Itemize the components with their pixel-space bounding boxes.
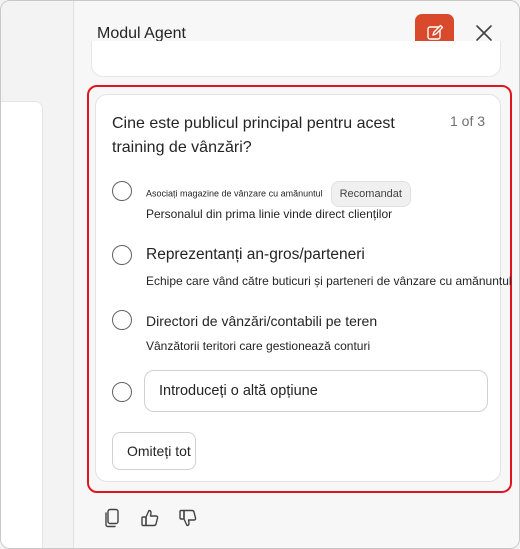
document-canvas [1, 101, 43, 548]
copy-icon [105, 508, 119, 528]
previous-message-card [91, 41, 501, 77]
question-text: Cine este publicul principal pentru aces… [112, 115, 395, 156]
question-counter: 1 of 3 [450, 113, 486, 129]
copy-button[interactable] [101, 507, 123, 529]
option-radio[interactable] [112, 310, 132, 330]
other-option-input[interactable] [144, 370, 488, 412]
option-title: Reprezentanți an-gros/parteneri [146, 246, 365, 263]
left-pane [1, 1, 74, 548]
thumbs-down-icon [179, 509, 197, 527]
option-description: Personalul din prima linie vinde direct … [146, 207, 393, 221]
option-radio[interactable] [112, 181, 132, 201]
skip-all-button[interactable]: Omiteți tot [112, 432, 196, 470]
message-actions [101, 507, 199, 529]
app-window: Modul Agent Cine este publicul principal… [0, 0, 520, 549]
agent-panel: Modul Agent Cine este publicul principal… [75, 1, 519, 548]
recommended-badge: Recomandat [330, 181, 411, 207]
option-description: Echipe care vând către buticuri și parte… [146, 274, 512, 288]
edit-square-icon [426, 24, 443, 40]
option-description: Vânzătorii teritori care gestionează con… [146, 339, 371, 353]
option-title: Directori de vânzări/contabili pe teren [146, 313, 378, 329]
option-radio[interactable] [112, 382, 132, 402]
thumbs-down-button[interactable] [177, 507, 199, 529]
thumbs-up-icon [141, 509, 159, 527]
close-icon [476, 25, 492, 41]
option-title: Asociați magazine de vânzare cu amănuntu… [146, 188, 323, 199]
thumbs-up-button[interactable] [139, 507, 161, 529]
option-radio[interactable] [112, 245, 132, 265]
question-card: Cine este publicul principal pentru aces… [95, 94, 512, 482]
